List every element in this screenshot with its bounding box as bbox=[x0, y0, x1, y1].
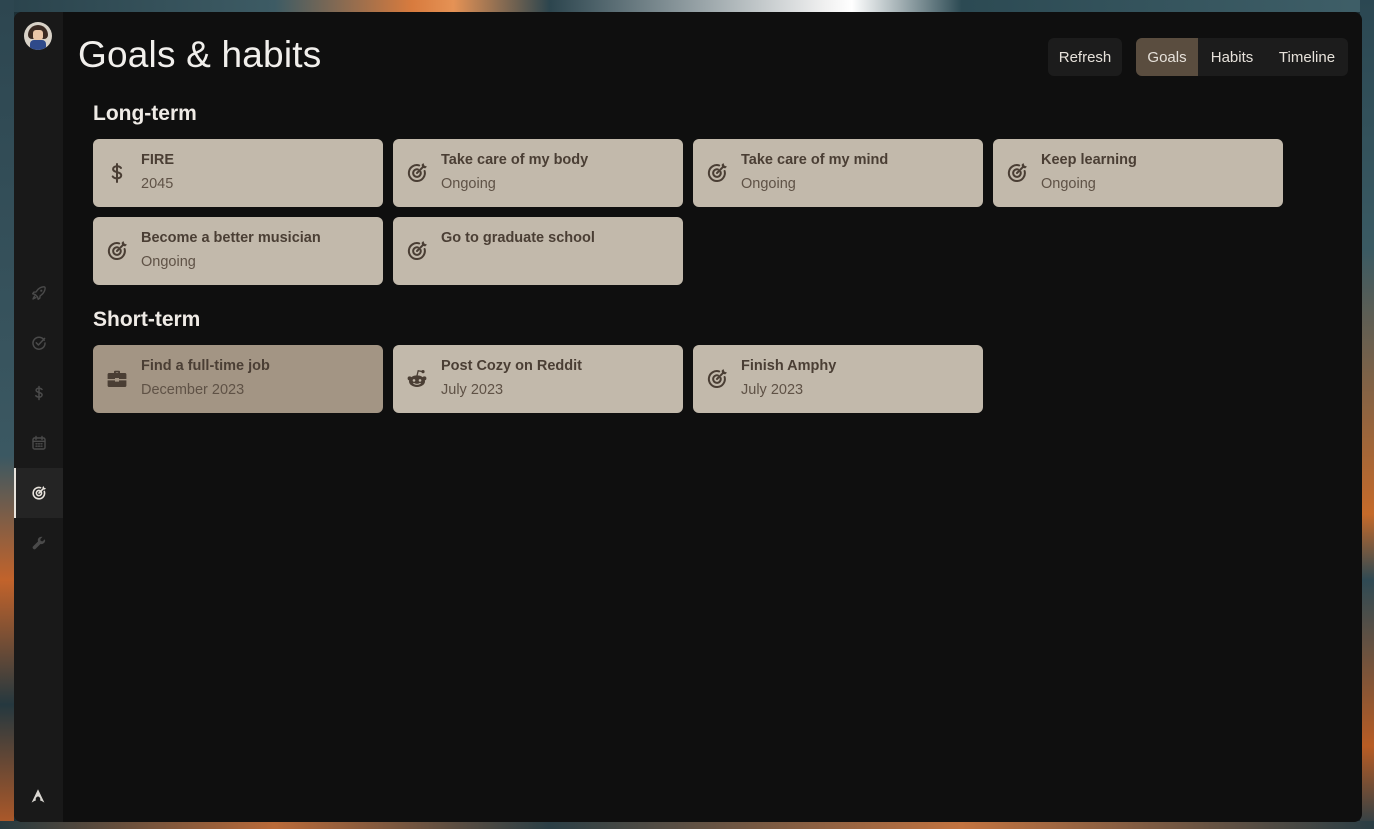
dollar-icon bbox=[106, 162, 128, 184]
goal-title: FIRE bbox=[141, 152, 175, 168]
wallpaper-left bbox=[0, 0, 14, 829]
sidebar-item-launch[interactable] bbox=[14, 268, 63, 318]
avatar[interactable] bbox=[24, 22, 52, 50]
sidebar-item-habits[interactable] bbox=[14, 318, 63, 368]
target-icon bbox=[31, 486, 46, 500]
sidebar bbox=[14, 12, 63, 822]
target-icon bbox=[406, 162, 428, 184]
goal-subtitle: December 2023 bbox=[141, 382, 245, 398]
rocket-icon bbox=[31, 286, 46, 300]
wallpaper-right bbox=[1360, 0, 1374, 829]
check-circle-icon bbox=[31, 336, 46, 350]
refresh-button[interactable]: Refresh bbox=[1048, 38, 1122, 76]
goal-title: Take care of my body bbox=[441, 152, 589, 168]
goal-title: Keep learning bbox=[1041, 152, 1137, 168]
goal-subtitle: 2045 bbox=[141, 176, 174, 192]
reddit-icon bbox=[406, 368, 428, 390]
goal-title: Go to graduate school bbox=[441, 230, 595, 246]
goal-subtitle: Ongoing bbox=[1041, 176, 1096, 192]
goal-card[interactable]: Post Cozy on Reddit July 2023 bbox=[393, 345, 683, 413]
dollar-icon bbox=[34, 385, 43, 401]
goal-card[interactable]: FIRE 2045 bbox=[93, 139, 383, 207]
goal-card[interactable]: Become a better musician Ongoing bbox=[93, 217, 383, 285]
sidebar-item-tools[interactable] bbox=[14, 518, 63, 568]
target-icon bbox=[1006, 162, 1028, 184]
goal-title: Find a full-time job bbox=[141, 358, 270, 374]
goal-subtitle: July 2023 bbox=[741, 382, 804, 398]
wallpaper-top bbox=[0, 0, 1374, 12]
wallpaper-bottom bbox=[0, 821, 1374, 829]
short-term-heading: Short-term bbox=[93, 308, 201, 331]
tab-goals[interactable]: Goals bbox=[1136, 38, 1198, 76]
sidebar-item-finance[interactable] bbox=[14, 368, 63, 418]
goal-card[interactable]: Find a full-time job December 2023 bbox=[93, 345, 383, 413]
app-window: Goals & habits Refresh Goals Habits Time… bbox=[14, 12, 1362, 822]
sidebar-item-calendar[interactable] bbox=[14, 418, 63, 468]
goal-title: Become a better musician bbox=[141, 230, 321, 246]
target-icon bbox=[406, 240, 428, 262]
sidebar-item-goals[interactable] bbox=[14, 468, 63, 518]
view-tabs: Goals Habits Timeline bbox=[1136, 38, 1348, 76]
long-term-heading: Long-term bbox=[93, 102, 197, 125]
calendar-icon bbox=[31, 435, 46, 450]
goal-title: Post Cozy on Reddit bbox=[441, 358, 582, 374]
goal-subtitle: Ongoing bbox=[741, 176, 796, 192]
goal-subtitle: Ongoing bbox=[141, 254, 196, 270]
goal-subtitle: July 2023 bbox=[441, 382, 504, 398]
goal-subtitle: Ongoing bbox=[441, 176, 496, 192]
goal-card[interactable]: Take care of my body Ongoing bbox=[393, 139, 683, 207]
goal-card[interactable]: Go to graduate school bbox=[393, 217, 683, 285]
target-icon bbox=[706, 162, 728, 184]
goal-card[interactable]: Finish Amphy July 2023 bbox=[693, 345, 983, 413]
wrench-icon bbox=[32, 536, 45, 550]
page-title: Goals & habits bbox=[78, 34, 322, 75]
tab-timeline[interactable]: Timeline bbox=[1266, 38, 1348, 76]
goal-card[interactable]: Take care of my mind Ongoing bbox=[693, 139, 983, 207]
tab-habits[interactable]: Habits bbox=[1198, 38, 1266, 76]
goal-card[interactable]: Keep learning Ongoing bbox=[993, 139, 1283, 207]
goal-title: Take care of my mind bbox=[741, 152, 889, 168]
target-icon bbox=[106, 240, 128, 262]
briefcase-icon bbox=[106, 368, 128, 390]
arch-logo-icon[interactable] bbox=[30, 788, 46, 804]
goal-title: Finish Amphy bbox=[741, 358, 837, 374]
target-icon bbox=[706, 368, 728, 390]
